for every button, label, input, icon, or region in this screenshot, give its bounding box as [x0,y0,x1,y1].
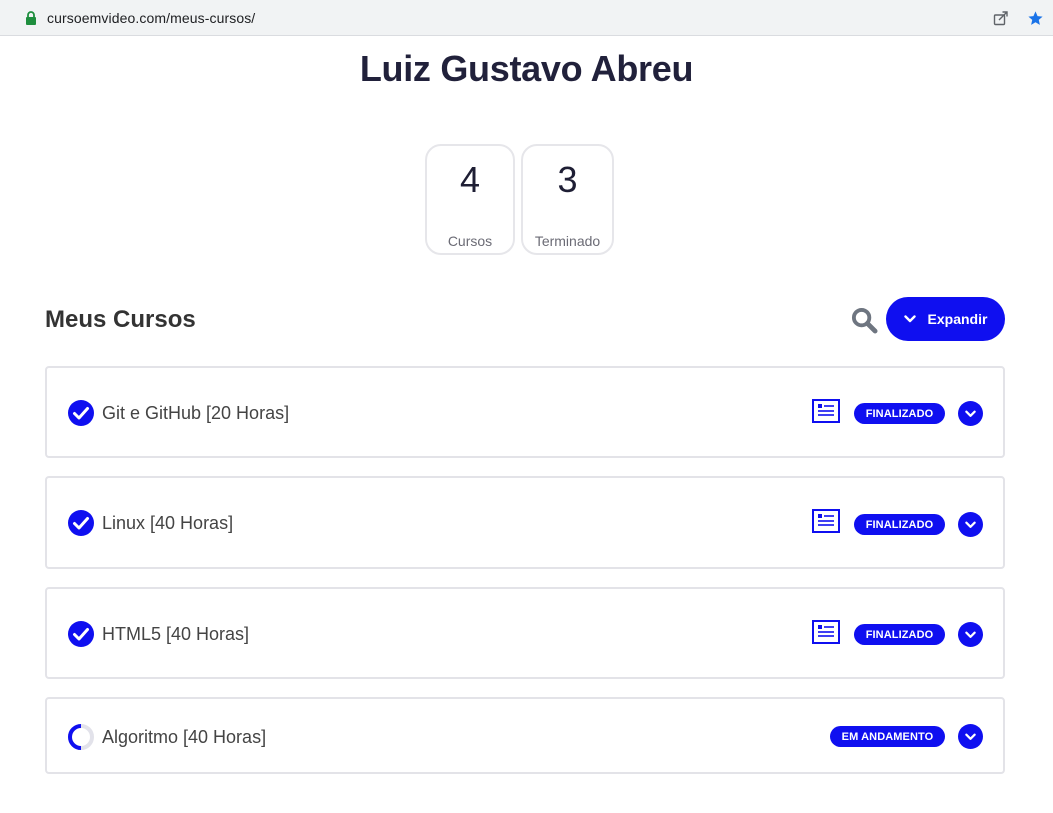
course-title[interactable]: Algoritmo [40 Horas] [102,727,266,748]
status-badge: FINALIZADO [854,624,945,645]
stat-courses: 4 Cursos [425,144,515,255]
certificate-icon[interactable] [812,509,840,533]
check-circle-icon [68,400,94,426]
stat-courses-value: 4 [459,159,481,200]
expand-course-button[interactable] [958,724,983,749]
omnibox[interactable]: cursoemvideo.com/meus-cursos/ [14,4,1053,32]
lock-icon [25,11,39,25]
status-badge: EM ANDAMENTO [830,726,945,747]
course-card[interactable]: Algoritmo [40 Horas] EM ANDAMENTO [45,697,1005,774]
status-badge: FINALIZADO [854,403,945,424]
stat-finished-label: Terminado [534,233,601,249]
course-title[interactable]: Linux [40 Horas] [102,513,233,534]
expand-button[interactable]: Expandir [886,297,1005,341]
status-badge: FINALIZADO [854,514,945,535]
course-card[interactable]: HTML5 [40 Horas] FINALIZADO [45,587,1005,679]
section-title: Meus Cursos [45,306,196,333]
course-card[interactable]: Linux [40 Horas] FINALIZADO [45,476,1005,569]
chevron-down-icon [965,631,976,638]
expand-course-button[interactable] [958,401,983,426]
search-button[interactable] [849,305,879,335]
course-title[interactable]: Git e GitHub [20 Horas] [102,403,289,424]
expand-label: Expandir [927,311,988,327]
certificate-icon[interactable] [812,620,840,644]
search-icon [851,307,878,334]
chevron-down-icon [965,733,976,740]
bookmark-star-icon[interactable] [1025,7,1045,29]
check-circle-icon [68,510,94,536]
share-icon[interactable] [991,7,1011,29]
course-card[interactable]: Git e GitHub [20 Horas] FINALIZADO [45,366,1005,458]
in-progress-icon [68,724,94,750]
chevron-down-icon [965,410,976,417]
stat-finished: 3 Terminado [521,144,614,255]
stat-courses-label: Cursos [447,233,493,249]
chevron-down-icon [965,521,976,528]
browser-address-bar: cursoemvideo.com/meus-cursos/ [0,0,1053,36]
stat-finished-value: 3 [557,159,578,200]
check-circle-icon [68,621,94,647]
profile-name: Luiz Gustavo Abreu [359,48,694,89]
chevron-down-icon [903,315,916,323]
course-title[interactable]: HTML5 [40 Horas] [102,624,249,645]
url-text[interactable]: cursoemvideo.com/meus-cursos/ [47,10,255,26]
expand-course-button[interactable] [958,622,983,647]
expand-course-button[interactable] [958,512,983,537]
stats-panel: 4 Cursos 3 Terminado [425,144,614,255]
certificate-icon[interactable] [812,399,840,423]
